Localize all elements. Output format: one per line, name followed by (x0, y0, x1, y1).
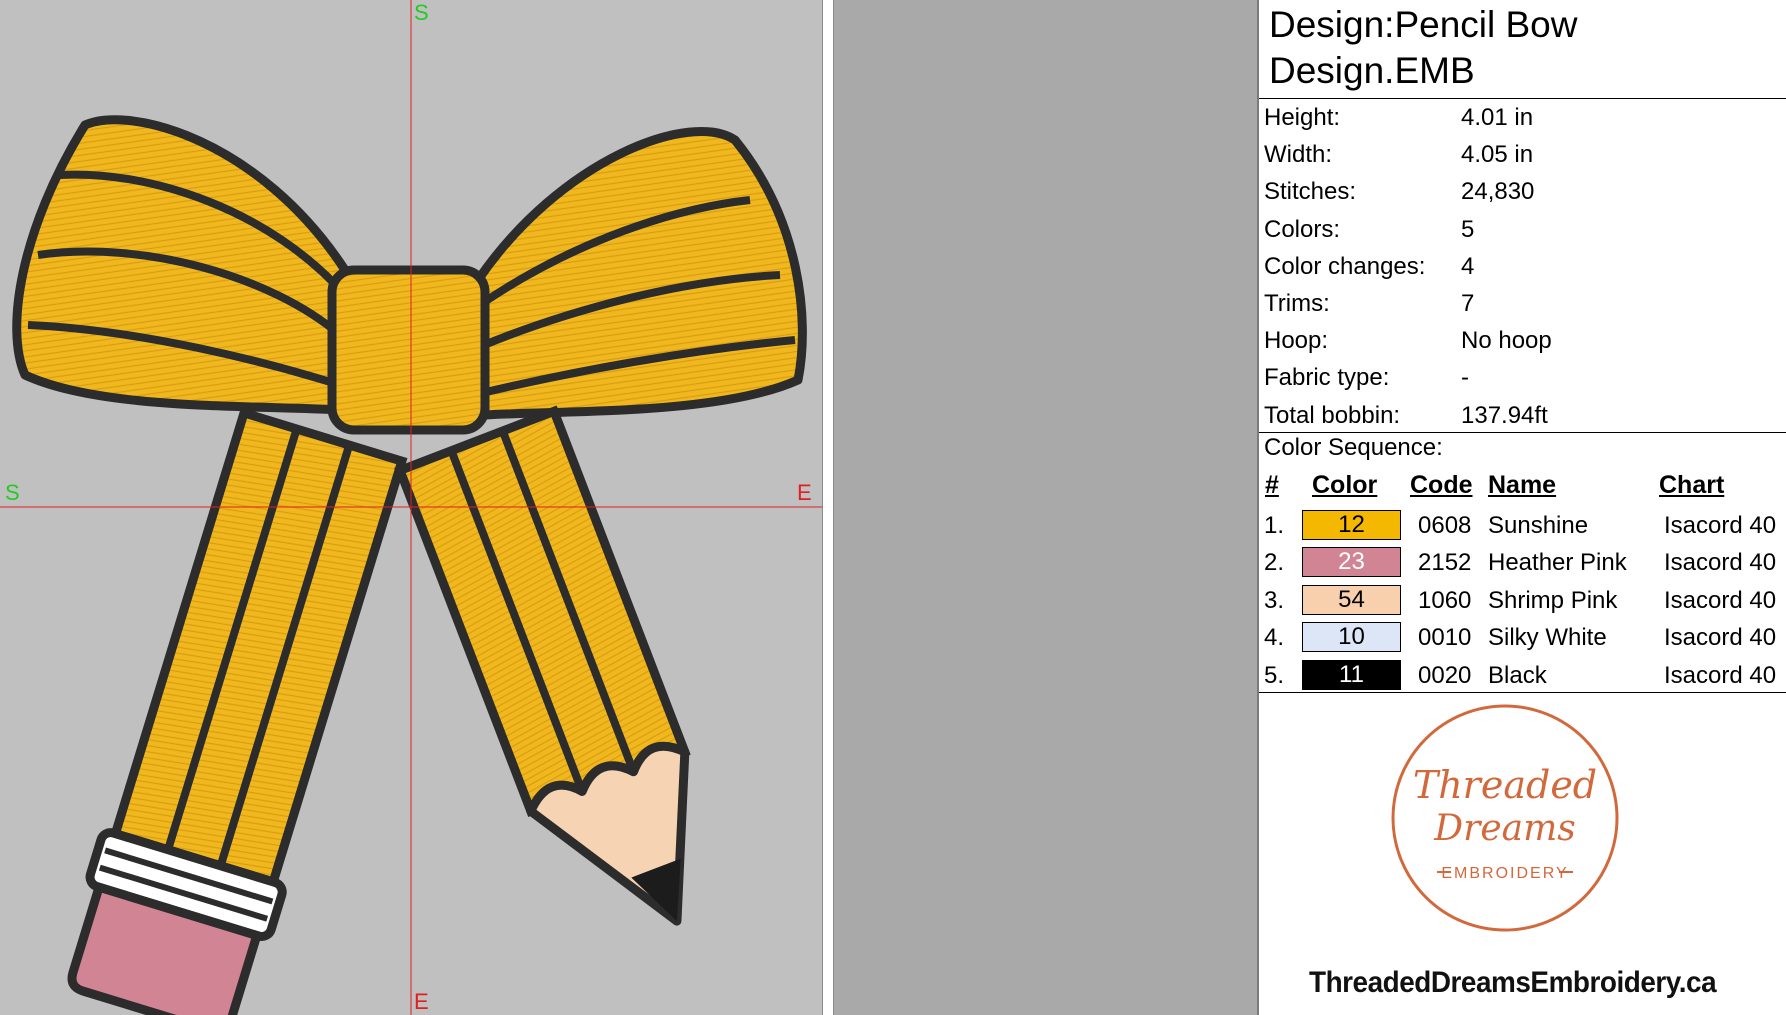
color-num: 3. (1264, 586, 1285, 614)
canvas-scroll-edge[interactable] (822, 0, 834, 1015)
axis-label-bottom: E (414, 989, 429, 1014)
color-chart: Isacord 40 (1664, 586, 1777, 614)
header-num: # (1265, 471, 1279, 499)
color-chart: Isacord 40 (1664, 624, 1777, 652)
color-name: Heather Pink (1488, 549, 1627, 577)
color-code: 1060 (1418, 586, 1472, 614)
stat-value: No hoop (1461, 327, 1552, 355)
stat-value: - (1461, 364, 1469, 392)
stat-label: Colors: (1264, 215, 1341, 243)
color-swatch: 11 (1302, 659, 1401, 690)
design-title: Design:Pencil Bow Design.EMB (1269, 2, 1577, 94)
stat-label: Stitches: (1264, 178, 1357, 206)
color-code: 0020 (1418, 661, 1472, 689)
stat-value: 5 (1461, 215, 1475, 243)
design-name: Design:Pencil Bow (1269, 4, 1578, 45)
stat-value: 137.94ft (1461, 401, 1548, 429)
design-info-panel: Design:Pencil Bow Design.EMB Height: 4.01… (1257, 0, 1786, 1015)
stat-value: 4.01 in (1461, 104, 1534, 131)
design-canvas[interactable]: S S E E (0, 0, 822, 1015)
color-row: 2. 23 2152 Heather Pink Isacord 40 (1264, 547, 1784, 581)
color-code: 0608 (1418, 512, 1472, 539)
color-name: Sunshine (1488, 512, 1589, 539)
color-num: 5. (1264, 661, 1285, 689)
color-chart: Isacord 40 (1664, 549, 1777, 577)
axis-label-top: S (414, 0, 429, 25)
stat-label: Height: (1264, 104, 1341, 131)
axis-label-right: E (797, 480, 812, 505)
stat-label: Total bobbin: (1264, 401, 1401, 429)
pencil-bow-design (0, 0, 822, 1015)
color-code: 0010 (1418, 624, 1472, 652)
color-code: 2152 (1418, 549, 1472, 577)
brand-logo: Threaded Dreams EMBROIDERY (1387, 700, 1623, 936)
stat-label: Width: (1264, 141, 1333, 169)
header-code: Code (1410, 471, 1473, 499)
color-swatch: 54 (1302, 584, 1401, 615)
header-chart: Chart (1659, 471, 1725, 499)
header-color: Color (1312, 471, 1378, 499)
color-chart: Isacord 40 (1664, 661, 1777, 689)
stat-label: Fabric type: (1264, 364, 1390, 392)
color-swatch: 23 (1302, 547, 1401, 578)
color-swatch: 12 (1302, 510, 1401, 540)
color-swatch: 10 (1302, 622, 1401, 653)
header-name: Name (1488, 471, 1557, 499)
logo-line3: EMBROIDERY (1441, 865, 1568, 882)
color-row: 1. 12 0608 Sunshine Isacord 40 (1264, 510, 1784, 544)
stat-value: 7 (1461, 290, 1475, 317)
stat-value: 4 (1461, 252, 1475, 280)
color-num: 1. (1264, 512, 1285, 539)
stat-label: Trims: (1264, 290, 1330, 317)
stat-label: Color changes: (1264, 252, 1426, 280)
color-name: Black (1488, 661, 1547, 689)
website-url[interactable]: ThreadedDreamsEmbroidery.ca (1309, 966, 1717, 1000)
stat-label: Hoop: (1264, 327, 1329, 355)
color-row: 5. 11 0020 Black Isacord 40 (1264, 659, 1784, 694)
logo-line1: Threaded (1413, 763, 1597, 807)
stat-value: 4.05 in (1461, 141, 1534, 169)
color-chart: Isacord 40 (1664, 512, 1777, 539)
color-row: 4. 10 0010 Silky White Isacord 40 (1264, 622, 1784, 656)
design-filename: Design.EMB (1269, 50, 1475, 91)
bow-knot (327, 265, 490, 435)
color-name: Silky White (1488, 624, 1607, 652)
color-num: 2. (1264, 549, 1285, 577)
workspace-background (834, 0, 1257, 1015)
color-num: 4. (1264, 624, 1285, 652)
color-row: 3. 54 1060 Shrimp Pink Isacord 40 (1264, 584, 1784, 619)
axis-label-left: S (5, 480, 20, 505)
logo-line2: Dreams (1433, 808, 1575, 849)
color-sequence-title: Color Sequence: (1264, 434, 1443, 461)
stat-value: 24,830 (1461, 178, 1535, 206)
color-name: Shrimp Pink (1488, 586, 1618, 614)
